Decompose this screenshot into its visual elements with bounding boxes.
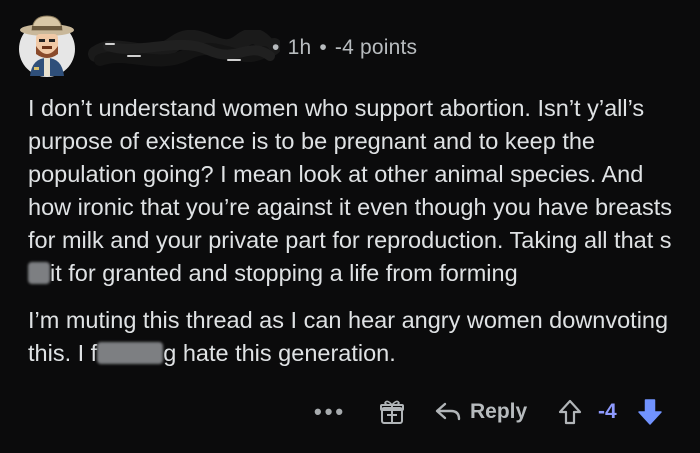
downvote-button[interactable] <box>636 392 664 432</box>
comment-meta: • 1h • -4 points <box>264 36 417 60</box>
cowboy-avatar-icon <box>19 15 75 77</box>
comment-card: • 1h • -4 points I don’t understand women w… <box>0 0 700 453</box>
vote-score: -4 <box>598 392 617 432</box>
scribble-redaction <box>88 30 280 67</box>
comment-paragraph-2: I’m muting this thread as I can hear ang… <box>28 304 678 370</box>
comment-header: • 1h • -4 points <box>18 12 678 82</box>
censored-word <box>28 262 50 284</box>
gift-award-icon <box>380 400 404 424</box>
comment-paragraph-1: I don’t understand women who support abo… <box>28 92 678 290</box>
paragraph-2-text-after: g hate this generation. <box>163 340 396 366</box>
paragraph-1-text-before: I don’t understand women who support abo… <box>28 95 673 253</box>
comment-points: -4 points <box>334 36 418 59</box>
downvote-arrow-icon <box>638 399 662 425</box>
more-options-label: ••• <box>314 399 347 424</box>
reply-arrow-icon <box>435 402 461 421</box>
more-options-button[interactable]: ••• <box>314 392 346 432</box>
upvote-button[interactable] <box>557 392 583 432</box>
reply-button[interactable]: Reply <box>434 392 527 432</box>
meta-separator: • <box>319 36 327 59</box>
paragraph-1-text-after: it for granted and stopping a life from … <box>50 260 518 286</box>
vote-score-value: -4 <box>598 400 617 423</box>
redacted-username <box>88 30 280 74</box>
censored-word <box>97 342 164 364</box>
comment-age: 1h <box>287 36 312 59</box>
user-avatar[interactable] <box>18 12 76 78</box>
comment-body: I don’t understand women who support abo… <box>28 92 678 370</box>
comment-actions: ••• Reply -4 <box>0 392 700 432</box>
award-button[interactable] <box>378 392 406 432</box>
upvote-arrow-icon <box>558 399 582 425</box>
meta-separator: • <box>272 36 280 59</box>
reply-label: Reply <box>470 400 528 423</box>
